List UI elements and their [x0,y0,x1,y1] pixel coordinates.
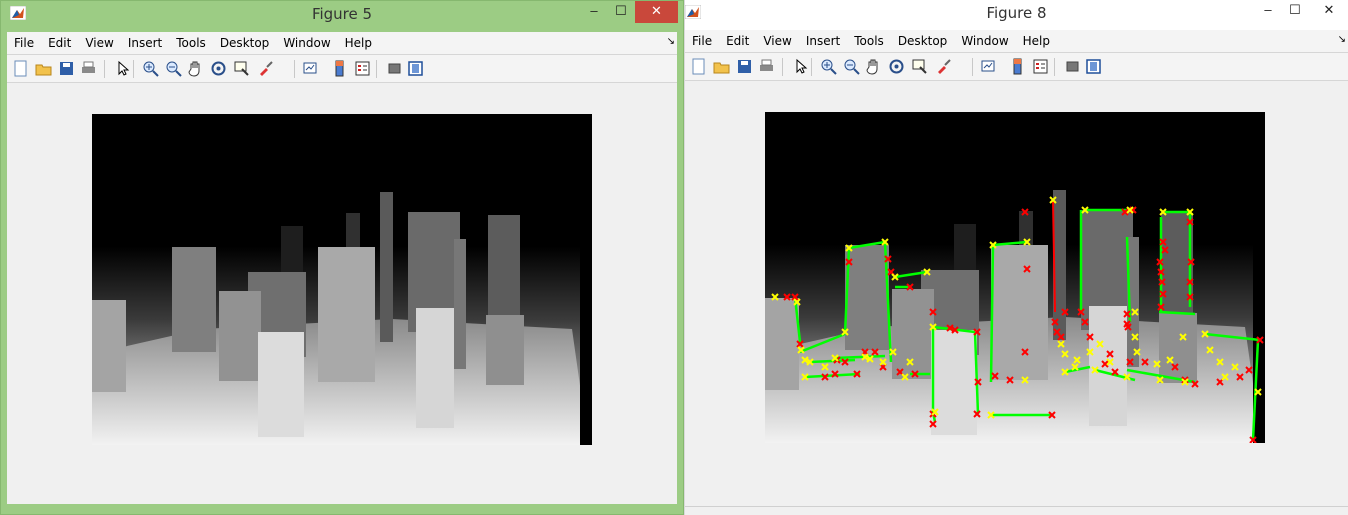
menu-edit[interactable]: Edit [719,30,756,52]
toolbar-separator [1054,58,1055,76]
menu-help[interactable]: Help [1016,30,1057,52]
menu-insert[interactable]: Insert [799,30,847,52]
toolbar-separator [376,60,377,78]
dock-figure-icon[interactable]: ↘ [1338,30,1346,50]
print-icon[interactable] [758,58,775,75]
menu-file[interactable]: File [7,32,41,54]
toolbar-separator [811,58,812,76]
menu-bar: File Edit View Insert Tools Desktop Window Help… [7,32,677,55]
edit-plot-arrow-icon[interactable] [792,58,809,75]
menu-tools[interactable]: Tools [847,30,891,52]
data-cursor-icon[interactable] [911,58,928,75]
data-cursor-icon[interactable] [233,60,250,77]
new-figure-icon[interactable] [690,58,707,75]
save-icon[interactable] [58,60,75,77]
pan-hand-icon[interactable] [187,60,204,77]
close-button[interactable]: ✕ [1309,0,1348,22]
hide-plot-tools-icon[interactable] [1064,58,1081,75]
menu-edit[interactable]: Edit [41,32,78,54]
depth-edges-axes[interactable] [765,112,1265,443]
menu-desktop[interactable]: Desktop [213,32,277,54]
minimize-button[interactable]: ‒ [583,1,605,23]
open-file-icon[interactable] [35,60,52,77]
insert-legend-icon[interactable] [1032,58,1049,75]
toolbar-separator [104,60,105,78]
menu-view[interactable]: View [756,30,798,52]
toolbar-separator [972,58,973,76]
zoom-in-icon[interactable] [820,58,837,75]
menu-window[interactable]: Window [954,30,1015,52]
zoom-out-icon[interactable] [165,60,182,77]
show-plot-tools-icon[interactable] [1085,58,1102,75]
figure-8-window: Figure 8 ‒ ☐ ✕ File Edit View Insert Tools De… [684,0,1348,515]
hide-plot-tools-icon[interactable] [386,60,403,77]
show-plot-tools-icon[interactable] [407,60,424,77]
depth-image-axes[interactable] [92,114,592,445]
insert-colorbar-icon[interactable] [1009,58,1026,75]
window-bottom-border [685,506,1348,515]
rotate-3d-icon[interactable] [888,58,905,75]
print-icon[interactable] [80,60,97,77]
link-plot-icon[interactable] [302,60,319,77]
figure-canvas [7,83,677,504]
maximize-button[interactable]: ☐ [609,1,633,23]
figure-5-window: Figure 5 ‒ ☐ ✕ File Edit View Insert Tools De… [0,0,684,515]
window-title: Figure 5 [311,5,373,23]
title-bar[interactable]: Figure 5 ‒ ☐ ✕ [1,1,683,27]
insert-legend-icon[interactable] [354,60,371,77]
menu-bar: File Edit View Insert Tools Desktop Window Help… [685,30,1348,53]
menu-help[interactable]: Help [338,32,379,54]
maximize-button[interactable]: ☐ [1283,0,1307,22]
rotate-3d-icon[interactable] [210,60,227,77]
insert-colorbar-icon[interactable] [331,60,348,77]
figure-canvas [685,81,1348,507]
menu-tools[interactable]: Tools [169,32,213,54]
window-title: Figure 8 [986,4,1047,22]
menu-insert[interactable]: Insert [121,32,169,54]
zoom-out-icon[interactable] [843,58,860,75]
zoom-in-icon[interactable] [142,60,159,77]
toolbar-separator [782,58,783,76]
figure-toolbar [7,55,677,83]
title-bar[interactable]: Figure 8 ‒ ☐ ✕ [685,0,1348,26]
toolbar-separator [133,60,134,78]
save-icon[interactable] [736,58,753,75]
menu-view[interactable]: View [78,32,120,54]
brush-icon[interactable] [935,58,952,75]
menu-desktop[interactable]: Desktop [891,30,955,52]
edit-plot-arrow-icon[interactable] [114,60,131,77]
menu-window[interactable]: Window [276,32,337,54]
pan-hand-icon[interactable] [865,58,882,75]
minimize-button[interactable]: ‒ [1257,0,1279,22]
menu-file[interactable]: File [685,30,719,52]
close-button[interactable]: ✕ [635,1,678,23]
toolbar-separator [294,60,295,78]
open-file-icon[interactable] [713,58,730,75]
new-figure-icon[interactable] [12,60,29,77]
brush-icon[interactable] [257,60,274,77]
figure-toolbar [685,53,1348,81]
link-plot-icon[interactable] [980,58,997,75]
dock-figure-icon[interactable]: ↘ [667,32,675,52]
